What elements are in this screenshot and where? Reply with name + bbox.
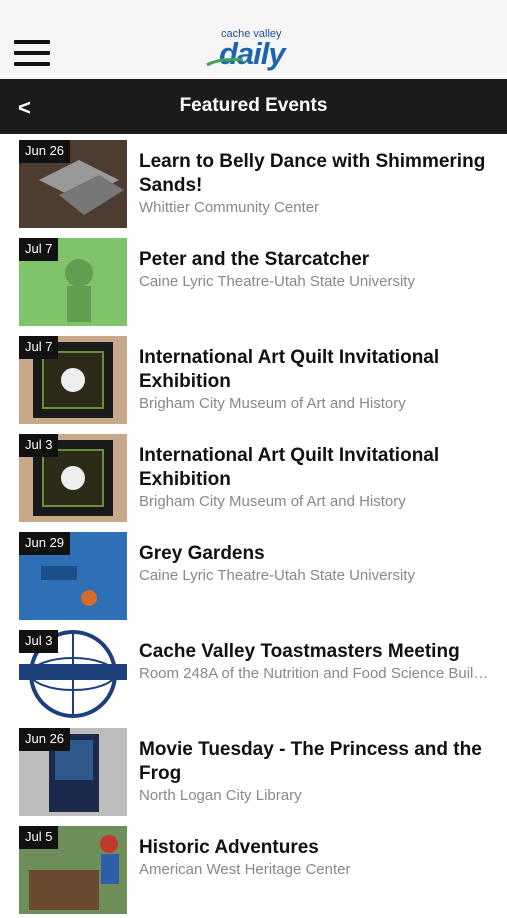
app-logo[interactable]: cache valley daily	[205, 28, 305, 78]
swoosh-icon	[206, 58, 244, 67]
event-thumbnail: Jul 5	[19, 826, 127, 914]
event-title: Cache Valley Toastmasters Meeting	[139, 641, 460, 662]
event-title: Historic Adventures	[139, 837, 319, 858]
event-title: Peter and the Starcatcher	[139, 249, 370, 270]
event-thumbnail: Jul 3	[19, 434, 127, 522]
status-bar	[0, 0, 507, 22]
event-thumbnail: Jul 7	[19, 336, 127, 424]
event-venue: Brigham City Museum of Art and History	[139, 493, 406, 510]
event-venue: Caine Lyric Theatre-Utah State Universit…	[139, 273, 415, 290]
list-item[interactable]: Jun 26 Learn to Belly Dance with Shimmer…	[0, 134, 507, 232]
event-thumbnail: Jul 3	[19, 630, 127, 718]
event-date: Jul 3	[19, 630, 59, 653]
event-thumbnail: Jul 7	[19, 238, 127, 326]
event-date: Jun 29	[19, 532, 71, 555]
event-date: Jul 7	[19, 336, 59, 359]
event-date: Jul 3	[19, 434, 59, 457]
event-venue: American West Heritage Center	[139, 861, 351, 878]
event-date: Jun 26	[19, 140, 71, 163]
event-date: Jun 26	[19, 728, 71, 751]
list-item[interactable]: Jul 7 International Art Quilt Invitation…	[0, 330, 507, 428]
event-venue: Brigham City Museum of Art and History	[139, 395, 406, 412]
top-bar: cache valley daily	[0, 22, 507, 79]
event-title: Grey Gardens	[139, 543, 265, 564]
event-venue: Caine Lyric Theatre-Utah State Universit…	[139, 567, 415, 584]
event-venue: Room 248A of the Nutrition and Food Scie…	[139, 665, 494, 682]
list-item[interactable]: Jun 26 Movie Tuesday - The Princess and …	[0, 722, 507, 820]
list-item[interactable]: Jun 29 Grey Gardens Caine Lyric Theatre-U…	[0, 526, 507, 624]
event-thumbnail: Jun 26	[19, 140, 127, 228]
nav-bar: < Featured Events	[0, 79, 507, 134]
event-title: Learn to Belly Dance with Shimmering San…	[139, 151, 486, 196]
event-title: International Art Quilt Invitational Exh…	[139, 445, 440, 490]
list-item[interactable]: Jul 5 Historic Adventures American West H…	[0, 820, 507, 918]
event-date: Jul 5	[19, 826, 59, 849]
event-venue: North Logan City Library	[139, 787, 302, 804]
list-item[interactable]: Jul 7 Peter and the Starcatcher Caine Lyr…	[0, 232, 507, 330]
list-item[interactable]: Jul 3 International Art Quilt Invitation…	[0, 428, 507, 526]
event-thumbnail: Jun 26	[19, 728, 127, 816]
menu-icon[interactable]	[14, 40, 50, 66]
event-venue: Whittier Community Center	[139, 199, 320, 216]
event-date: Jul 7	[19, 238, 59, 261]
event-thumbnail: Jun 29	[19, 532, 127, 620]
page-title: Featured Events	[179, 95, 328, 116]
event-title: International Art Quilt Invitational Exh…	[139, 347, 440, 392]
list-item[interactable]: Jul 3 Cache Valley Toastmasters Meeting R…	[0, 624, 507, 722]
event-title: Movie Tuesday - The Princess and the Fro…	[139, 739, 482, 784]
